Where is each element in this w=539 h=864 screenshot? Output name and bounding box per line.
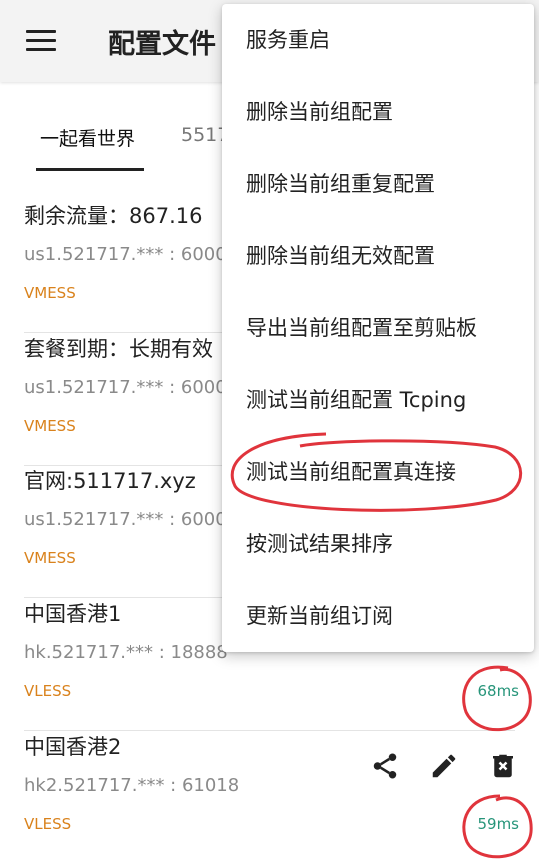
profile-name: 官网:511717.xyz [24,469,196,493]
menu-item-label: 删除当前组配置 [246,100,393,124]
trash-icon[interactable] [488,751,518,781]
protocol-label: VMESS [24,417,76,435]
menu-item-test-real-connection[interactable]: 测试当前组配置真连接 [222,436,534,508]
share-icon[interactable] [370,751,400,781]
list-item[interactable]: 中国香港2 hk2.521717.*** : 61018 VLESS 59ms [0,731,539,864]
menu-item-label: 删除当前组重复配置 [246,172,435,196]
protocol-label: VLESS [24,815,72,833]
profile-address: us1.521717.*** : 6000 [24,509,227,530]
item-actions [370,751,520,785]
menu-item-delete-invalid-config[interactable]: 删除当前组无效配置 [222,220,534,292]
profile-address: hk2.521717.*** : 61018 [24,775,240,796]
menu-item-test-tcping[interactable]: 测试当前组配置 Tcping [222,364,534,436]
menu-item-label: 按测试结果排序 [246,532,393,556]
profile-name: 剩余流量：867.16 [24,204,203,228]
page-title: 配置文件 [108,29,216,60]
profile-name: 中国香港2 [24,735,122,759]
menu-item-label: 导出当前组配置至剪贴板 [246,316,477,340]
menu-item-sort-by-result[interactable]: 按测试结果排序 [222,508,534,580]
latency-result: 68ms [477,682,519,700]
menu-item-label: 测试当前组配置 Tcping [246,388,467,412]
protocol-label: VMESS [24,284,76,302]
profile-name: 中国香港1 [24,602,122,626]
protocol-label: VMESS [24,549,76,567]
latency-result: 59ms [477,815,519,833]
menu-item-update-subscription[interactable]: 更新当前组订阅 [222,580,534,652]
menu-item-restart-service[interactable]: 服务重启 [222,4,534,76]
tab-group-1[interactable]: 一起看世界 [40,124,135,151]
menu-item-label: 服务重启 [246,28,330,52]
protocol-label: VLESS [24,682,72,700]
menu-item-delete-group-config[interactable]: 删除当前组配置 [222,76,534,148]
pencil-icon[interactable] [429,751,459,781]
menu-item-delete-duplicate-config[interactable]: 删除当前组重复配置 [222,148,534,220]
menu-item-label: 删除当前组无效配置 [246,244,435,268]
menu-item-label: 更新当前组订阅 [246,604,393,628]
overflow-menu: 服务重启 删除当前组配置 删除当前组重复配置 删除当前组无效配置 导出当前组配置… [222,4,534,652]
menu-item-label: 测试当前组配置真连接 [246,460,456,484]
profile-address: us1.521717.*** : 6000 [24,377,227,398]
profile-address: hk.521717.*** : 18888 [24,642,228,663]
tab-indicator [36,168,144,171]
profile-address: us1.521717.*** : 6000 [24,244,227,265]
profile-name: 套餐到期：长期有效 [24,337,213,361]
menu-item-export-to-clipboard[interactable]: 导出当前组配置至剪贴板 [222,292,534,364]
hamburger-menu-icon[interactable] [26,30,56,52]
